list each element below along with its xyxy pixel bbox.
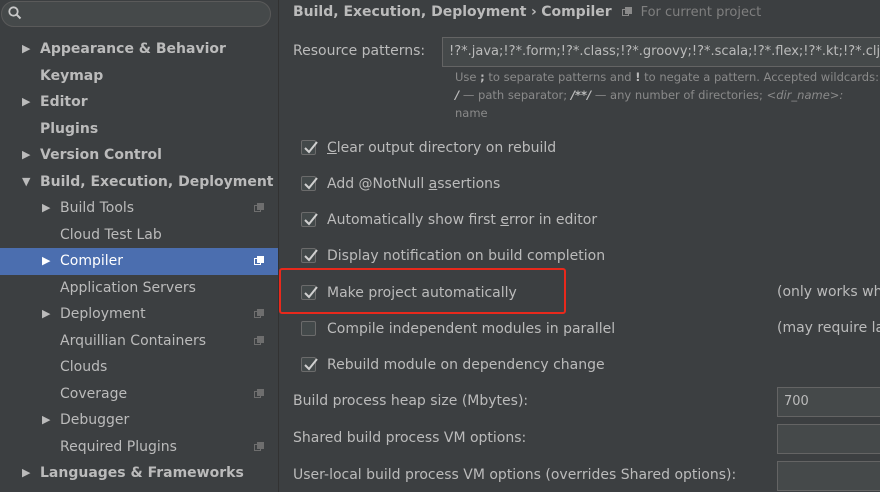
option-label: Display notification on build completion [327, 248, 606, 264]
sidebar-item-label: Compiler [60, 253, 124, 269]
resource-patterns-hint: Use ; to separate patterns and ! to nega… [455, 70, 879, 120]
highlight-box [279, 268, 566, 314]
checkmark-icon [304, 141, 318, 154]
sidebar-item[interactable]: ▶ Version Control [0, 142, 278, 169]
sidebar-item-label: Coverage [60, 385, 128, 402]
option-label: Compile independent modules in parallel [327, 321, 616, 337]
collapsed-arrow-icon[interactable]: ▶ [42, 301, 50, 328]
checkmark-icon [304, 177, 318, 190]
project-scope-icon [254, 203, 264, 212]
checkmark-icon [304, 213, 318, 226]
sidebar-item-label: Appearance & Behavior [40, 41, 226, 57]
sidebar-item-label: Plugins [40, 120, 99, 137]
project-scope-icon [254, 441, 264, 451]
shared-vm-options-input[interactable] [777, 424, 880, 454]
sidebar-item-label: Clouds [60, 359, 108, 375]
option-label: Add @NotNull assertions [327, 176, 501, 192]
collapsed-arrow-icon[interactable]: ▶ [22, 89, 30, 116]
heap-size-value: 700 [784, 394, 809, 409]
heap-size-label: Build process heap size (Mbytes): [293, 393, 529, 409]
sidebar-item-label: Deployment [60, 306, 146, 322]
sidebar-item-label: Keymap [40, 67, 104, 84]
sidebar-item[interactable]: ▶ Appearance & Behavior [0, 36, 278, 63]
sidebar-item[interactable]: Cloud Test Lab [0, 222, 278, 249]
collapsed-arrow-icon[interactable]: ▶ [42, 248, 50, 275]
settings-search-field[interactable] [1, 1, 271, 27]
sidebar-item[interactable]: ▶ Deployment [0, 301, 278, 328]
sidebar-item[interactable]: Plugins [0, 116, 278, 143]
sidebar-item[interactable]: ▶ Build Tools [0, 195, 278, 222]
sidebar-item[interactable]: Clouds [0, 354, 278, 381]
sidebar-item[interactable]: ▶ Tools [0, 487, 278, 492]
sidebar-item[interactable]: ▶ Languages & Frameworks [0, 460, 278, 487]
sidebar-item[interactable]: Keymap [0, 63, 278, 90]
sidebar-item[interactable]: Coverage [0, 381, 278, 408]
sidebar-item-label: Languages & Frameworks [40, 465, 244, 481]
sidebar-item[interactable]: ▶ Editor [0, 89, 278, 116]
sidebar-item-label: Build Tools [60, 200, 135, 216]
resource-patterns-input[interactable]: !?*.java;!?*.form;!?*.class;!?*.groovy;!… [442, 37, 880, 67]
sidebar-item-label: Build, Execution, Deployment [40, 173, 274, 190]
checkmark-icon [304, 358, 318, 371]
project-scope-icon [254, 256, 264, 265]
checkbox[interactable] [301, 248, 318, 263]
collapsed-arrow-icon[interactable]: ▶ [22, 460, 30, 487]
checkbox[interactable] [301, 321, 316, 336]
project-scope-icon [254, 388, 264, 398]
settings-sidebar: ▶ Appearance & Behavior Keymap ▶ Editor Plugi… [0, 0, 279, 492]
shared-vm-options-label: Shared build process VM options: [293, 430, 527, 446]
sidebar-item[interactable]: ▶ Compiler [0, 248, 278, 275]
checkbox[interactable] [301, 140, 318, 155]
sidebar-item-label: Editor [40, 94, 88, 110]
collapsed-arrow-icon[interactable]: ▶ [22, 142, 30, 169]
sidebar-item-label: Version Control [40, 147, 162, 163]
project-icon [622, 7, 633, 16]
sidebar-item[interactable]: ▶ Debugger [0, 407, 278, 434]
project-scope-icon [254, 309, 264, 318]
expanded-arrow-icon[interactable]: ▼ [22, 169, 30, 196]
project-scope-icon [254, 335, 264, 345]
search-icon [8, 6, 22, 20]
settings-tree: ▶ Appearance & Behavior Keymap ▶ Editor Plugi… [0, 36, 278, 492]
compiler-settings-panel: Build, Execution, Deployment › Compiler … [279, 0, 880, 492]
sidebar-item[interactable]: ▼ Build, Execution, Deployment [0, 169, 278, 196]
sidebar-item[interactable]: Arquillian Containers [0, 328, 278, 355]
checkmark-icon [304, 249, 318, 262]
option-note: (may require larger heap size) [777, 320, 880, 336]
sidebar-item-label: Cloud Test Lab [60, 226, 162, 243]
sidebar-item-label: Required Plugins [60, 438, 177, 455]
sidebar-item-label: Arquillian Containers [60, 332, 207, 349]
resource-patterns-value: !?*.java;!?*.form;!?*.class;!?*.groovy;!… [449, 44, 880, 59]
collapsed-arrow-icon[interactable]: ▶ [42, 407, 50, 434]
scope-label: For current project [640, 5, 762, 20]
sidebar-item[interactable]: Required Plugins [0, 434, 278, 461]
sidebar-item-label: Debugger [60, 412, 130, 428]
user-vm-options-label: User-local build process VM options (ove… [293, 467, 737, 483]
sidebar-item-label: Application Servers [60, 279, 196, 296]
breadcrumb-separator: › [530, 4, 537, 20]
breadcrumb-page: Compiler [541, 4, 612, 20]
user-vm-options-input[interactable] [777, 461, 880, 491]
option-label: Automatically show first error in editor [327, 212, 598, 228]
sidebar-item-label: Tools [40, 487, 80, 492]
checkbox[interactable] [301, 176, 318, 191]
resource-patterns-label: Resource patterns: [293, 43, 426, 59]
option-label: Clear output directory on rebuild [327, 140, 557, 156]
collapsed-arrow-icon[interactable]: ▶ [22, 487, 30, 492]
heap-size-input[interactable]: 700 [777, 387, 880, 417]
option-note: (only works while not running / debuggin… [777, 284, 880, 300]
checkbox[interactable] [301, 212, 318, 227]
breadcrumb: Build, Execution, Deployment › Compiler … [293, 4, 761, 20]
checkbox[interactable] [301, 357, 318, 372]
collapsed-arrow-icon[interactable]: ▶ [22, 36, 30, 63]
sidebar-item[interactable]: Application Servers [0, 275, 278, 302]
collapsed-arrow-icon[interactable]: ▶ [42, 195, 50, 222]
option-label: Rebuild module on dependency change [327, 357, 605, 373]
breadcrumb-section[interactable]: Build, Execution, Deployment [293, 4, 527, 20]
